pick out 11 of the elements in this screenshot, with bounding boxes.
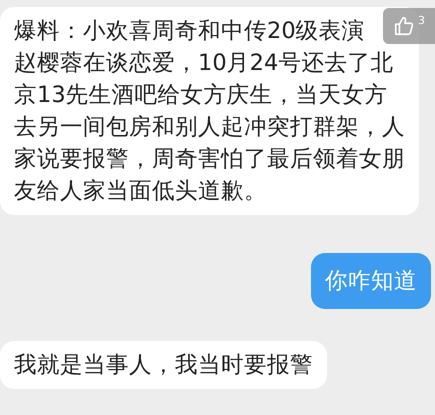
message-text: 京13先生酒吧给女方庆生，当天女方	[14, 81, 388, 110]
like-count: 3	[418, 14, 425, 27]
thumbs-up-icon	[393, 15, 415, 37]
message-text: 友给人家当面低头道歉。	[14, 177, 267, 206]
message-text: 家说要报警，周奇害怕了最后领着女朋	[14, 145, 405, 174]
message-text: 我就是当事人，我当时要报警	[14, 351, 313, 380]
message-text: 爆料：小欢喜周奇和中传20级表演	[14, 17, 365, 46]
message-text: 赵樱蓉在谈恋爱，10月24号还去了北	[14, 49, 394, 78]
message-text: 去另一间包房和别人起冲突打群架，人	[14, 113, 405, 142]
message-text: 你咋知道	[325, 267, 417, 296]
like-badge[interactable]: 3	[383, 8, 435, 44]
